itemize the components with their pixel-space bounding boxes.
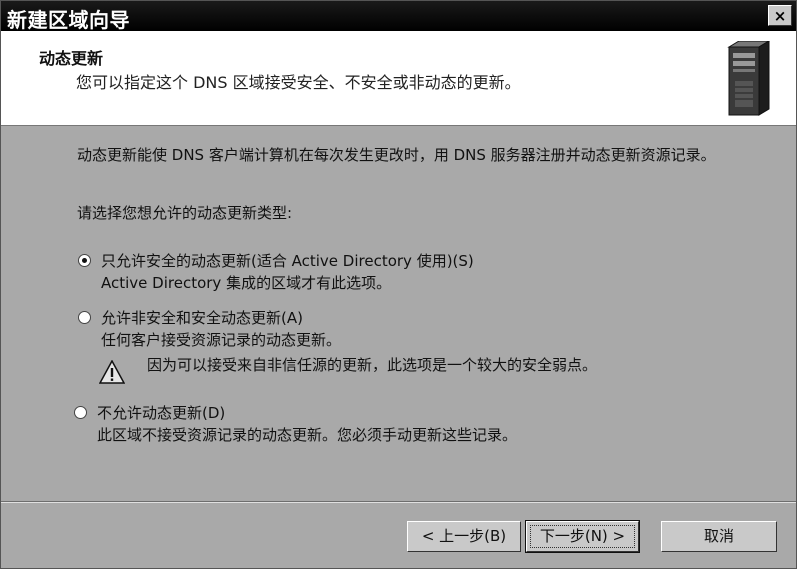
radio-nonsecure-and-secure[interactable] — [78, 311, 91, 324]
warning-icon — [99, 360, 125, 384]
page-subtitle: 您可以指定这个 DNS 区域接受安全、不安全或非动态的更新。 — [76, 73, 521, 92]
option-none-note: 此区域不接受资源记录的动态更新。您必须手动更新这些记录。 — [97, 426, 518, 444]
option-nonsecure-note: 任何客户接受资源记录的动态更新。 — [101, 331, 342, 349]
radio-secure-only[interactable] — [78, 254, 91, 267]
close-button[interactable]: × — [768, 5, 792, 26]
focus-rect — [530, 525, 635, 548]
wizard-header: 动态更新 您可以指定这个 DNS 区域接受安全、不安全或非动态的更新。 — [1, 31, 796, 126]
button-separator — [1, 501, 796, 503]
security-warning-text: 因为可以接受来自非信任源的更新，此选项是一个较大的安全弱点。 — [147, 356, 598, 374]
radio-no-dynamic-updates[interactable] — [74, 406, 87, 419]
page-title: 动态更新 — [39, 49, 104, 68]
title-bar[interactable]: 新建区域向导 × — [1, 1, 796, 32]
prompt-text: 请选择您想允许的动态更新类型: — [77, 204, 293, 222]
window-title: 新建区域向导 — [7, 8, 130, 32]
wizard-window: 新建区域向导 × 动态更新 您可以指定这个 DNS 区域接受安全、不安全或非动态… — [0, 0, 797, 569]
option-secure-only-label[interactable]: 只允许安全的动态更新(适合 Active Directory 使用)(S) — [101, 250, 474, 271]
option-secure-only-note: Active Directory 集成的区域才有此选项。 — [101, 274, 392, 292]
option-nonsecure-label[interactable]: 允许非安全和安全动态更新(A) — [101, 307, 303, 328]
cancel-button[interactable]: 取消 — [661, 521, 777, 552]
description-text: 动态更新能使 DNS 客户端计算机在每次发生更改时，用 DNS 服务器注册并动态… — [77, 146, 716, 164]
next-button[interactable]: 下一步(N) > — [525, 520, 640, 553]
wizard-content: 动态更新能使 DNS 客户端计算机在每次发生更改时，用 DNS 服务器注册并动态… — [1, 126, 796, 501]
server-tower-icon — [727, 41, 770, 116]
option-none-label[interactable]: 不允许动态更新(D) — [97, 402, 225, 423]
back-button[interactable]: < 上一步(B) — [407, 521, 521, 552]
close-icon: × — [773, 7, 787, 25]
